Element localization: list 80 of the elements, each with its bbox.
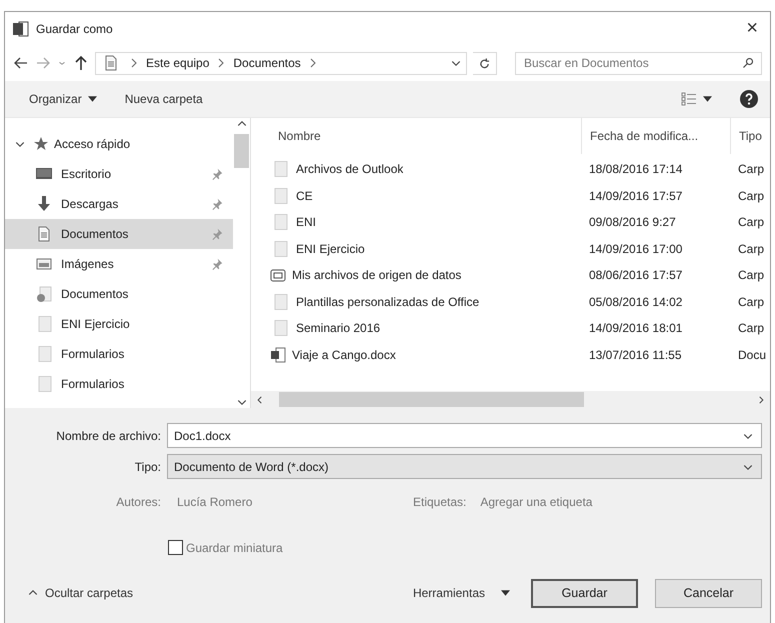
file-name-field[interactable]: Doc1.docx — [167, 423, 762, 448]
search-field[interactable]: Buscar en Documentos — [515, 52, 762, 74]
word-document-icon — [269, 346, 287, 363]
file-name[interactable]: Viaje a Cango.docx — [292, 348, 396, 362]
table-cell-text: Carp — [737, 215, 766, 230]
window-title: Guardar como — [36, 22, 114, 36]
organize-button[interactable]: Organizar — [29, 92, 97, 106]
authors-value[interactable]: Lucía Romero — [177, 494, 413, 508]
table-cell-text: 18/08/2016 17:14 — [588, 162, 684, 176]
field-label: Autores: — [115, 494, 162, 508]
table-cell-text: 14/09/2016 17:57 — [588, 188, 684, 203]
column-header[interactable]: Tipo — [730, 118, 770, 154]
refresh-icon — [479, 56, 490, 70]
refresh-button[interactable] — [473, 52, 497, 74]
sidebar-item[interactable]: Formularios — [5, 369, 233, 399]
field-label: Nombre de archivo: — [55, 428, 162, 442]
table-cell-text: Carp — [737, 321, 766, 336]
scrollbar[interactable] — [233, 118, 250, 408]
table-cell-text: Carp — [737, 268, 766, 282]
table-cell-text: 05/08/2016 14:02 — [588, 294, 684, 309]
file-name[interactable]: CE — [296, 188, 313, 203]
table-cell-text: 09/08/2016 9:27 — [588, 215, 677, 230]
sidebar-item[interactable]: Descargas — [5, 189, 233, 219]
table-cell-text: 08/06/2016 17:57 — [588, 268, 684, 282]
field-label: Tipo: — [134, 460, 162, 474]
breadcrumb-item[interactable]: Este equipo — [146, 56, 210, 70]
caret-icon — [703, 96, 712, 102]
back-arrow-icon[interactable] — [13, 55, 29, 71]
column-header[interactable]: Nombre — [251, 118, 581, 154]
sidebar-item[interactable]: Acceso rápido — [5, 129, 233, 159]
tags-field[interactable]: Agregar una etiqueta — [480, 494, 592, 508]
sidebar-item[interactable]: Documentos — [5, 219, 233, 249]
view-options-button[interactable] — [681, 92, 712, 106]
table-cell-text: 14/09/2016 17:00 — [588, 242, 684, 256]
cancel-button[interactable]: Cancelar — [655, 578, 762, 608]
file-type-dropdown[interactable]: Documento de Word (*.docx) — [167, 454, 762, 479]
monitor-icon — [33, 166, 55, 182]
tools-button[interactable]: Herramientas — [412, 586, 510, 600]
file-name[interactable]: Archivos de Outlook — [296, 162, 404, 176]
sidebar-item[interactable]: Documentos — [5, 279, 233, 309]
file-name[interactable]: ENI — [296, 215, 316, 230]
help-icon[interactable] — [740, 90, 758, 108]
table-cell-text: Carp — [737, 162, 766, 176]
sidebar-item[interactable]: ENI Ejercicio — [5, 309, 233, 339]
search-icon[interactable] — [742, 57, 754, 69]
column-header[interactable]: Fecha de modifica... — [581, 118, 730, 154]
scrollbar[interactable] — [251, 391, 770, 408]
table-cell-text: 14/09/2016 18:01 — [588, 321, 684, 336]
address-bar[interactable]: Este equipo Documentos — [95, 52, 467, 74]
chevron-right-icon — [217, 58, 226, 68]
save-button[interactable]: Guardar — [531, 578, 638, 608]
table-cell-text: Carp — [737, 242, 766, 256]
checkbox[interactable] — [168, 540, 183, 555]
table-cell-text: Carp — [737, 294, 766, 309]
field-label: Etiquetas: — [413, 494, 466, 508]
breadcrumb-item[interactable]: Documentos — [233, 56, 301, 70]
sidebar-item[interactable]: Escritorio — [5, 159, 233, 189]
table-cell-text: 13/07/2016 11:55 — [588, 348, 683, 362]
data-folder-icon — [269, 267, 287, 284]
table-cell-text: Docu — [737, 348, 768, 362]
caret-icon — [88, 96, 97, 102]
sidebar-item[interactable]: Imágenes — [5, 249, 233, 279]
up-arrow-icon[interactable] — [73, 55, 89, 71]
table-cell-text: Carp — [737, 188, 766, 203]
word-app-icon — [13, 20, 29, 36]
new-folder-button[interactable]: Nueva carpeta — [124, 92, 203, 106]
file-name[interactable]: Seminario 2016 — [296, 321, 380, 336]
scrollbar-thumb[interactable] — [279, 392, 584, 407]
sidebar-item[interactable]: Formularios — [5, 339, 233, 369]
star-icon — [32, 136, 48, 152]
file-name[interactable]: Plantillas personalizadas de Office — [296, 294, 480, 309]
file-name[interactable]: Mis archivos de origen de datos — [292, 268, 462, 282]
scrollbar-thumb[interactable] — [234, 134, 249, 168]
file-name[interactable]: ENI Ejercicio — [296, 242, 365, 256]
chevron-right-icon — [130, 58, 138, 68]
caret-icon — [501, 590, 510, 596]
close-button[interactable]: × — [742, 17, 762, 40]
hide-folders-button[interactable]: Ocultar carpetas — [27, 586, 134, 600]
chevron-right-icon — [308, 58, 317, 68]
checkbox-label: Guardar miniatura — [186, 540, 283, 554]
